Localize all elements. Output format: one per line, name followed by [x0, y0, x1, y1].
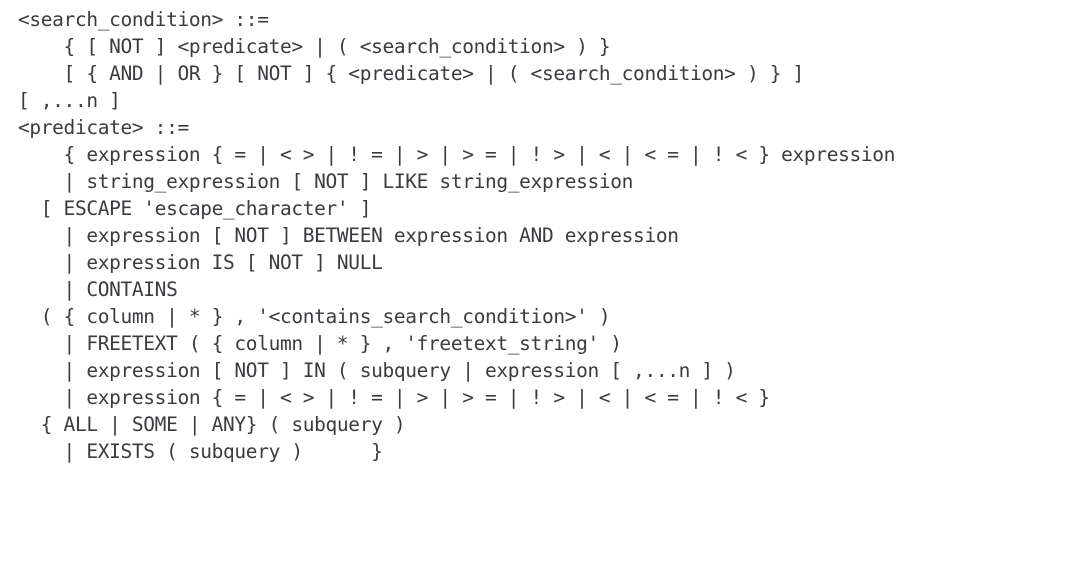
code-line: ( { column | * } , '<contains_search_con…: [18, 305, 611, 328]
code-line: | CONTAINS: [18, 278, 178, 301]
code-line: [ { AND | OR } [ NOT ] { <predicate> | (…: [18, 62, 805, 85]
code-line: { [ NOT ] <predicate> | ( <search_condit…: [18, 35, 611, 58]
code-line: <search_condition> ::=: [18, 8, 269, 31]
code-line: | FREETEXT ( { column | * } , 'freetext_…: [18, 332, 622, 355]
code-line: | expression [ NOT ] IN ( subquery | exp…: [18, 359, 736, 382]
code-line: | expression { = | < > | ! = | > | > = |…: [18, 386, 771, 409]
code-line: | string_expression [ NOT ] LIKE string_…: [18, 170, 634, 193]
sql-syntax-code-block: <search_condition> ::= { [ NOT ] <predic…: [0, 0, 1076, 465]
code-line: { ALL | SOME | ANY} ( subquery ): [18, 413, 406, 436]
code-line: [ ESCAPE 'escape_character' ]: [18, 197, 372, 220]
code-line: | expression [ NOT ] BETWEEN expression …: [18, 224, 679, 247]
code-line: | EXISTS ( subquery ) }: [18, 440, 383, 463]
code-line: [ ,...n ]: [18, 89, 121, 112]
code-line: | expression IS [ NOT ] NULL: [18, 251, 383, 274]
code-line: <predicate> ::=: [18, 116, 189, 139]
code-line: { expression { = | < > | ! = | > | > = |…: [18, 143, 896, 166]
